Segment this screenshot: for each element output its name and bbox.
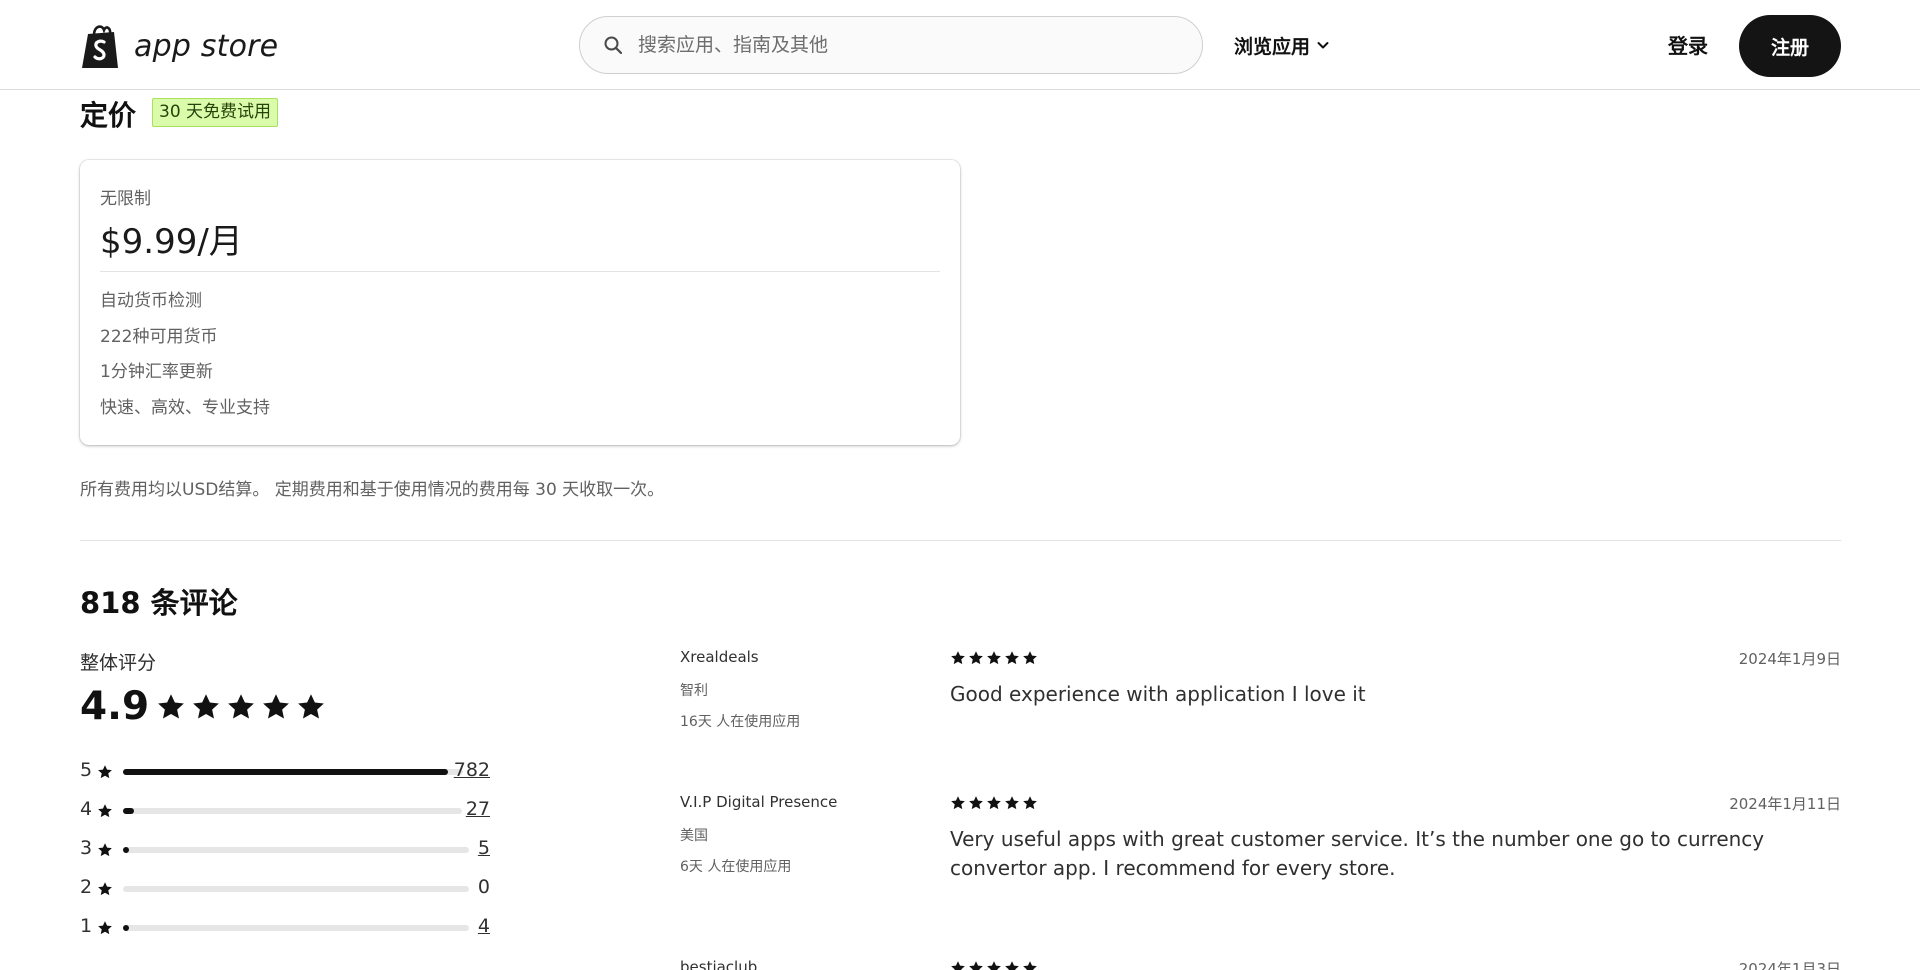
overall-rating-score: 4.9 [80,684,150,729]
review-stars [950,650,1038,666]
star-icon [951,651,965,665]
review-stars [950,795,1038,811]
review-item: bestiaclub 2024年1月3日 [680,958,1841,970]
billing-note: 所有费用均以USD结算。 定期费用和基于使用情况的费用每 30 天收取一次。 [80,480,665,500]
star-icon [298,694,324,719]
star-icon [193,694,219,719]
star-icon [98,765,112,779]
search-bar[interactable] [579,16,1203,74]
app-store-logo[interactable]: app store [80,22,278,70]
section-divider [80,540,1841,541]
star-icon [1023,796,1037,810]
pricing-plan-card: 无限制 $9.99/月 自动货币检测 222种可用货币 1分钟汇率更新 快速、高… [80,160,960,445]
rating-count-link[interactable]: 782 [454,759,490,781]
rating-bar-fill [123,769,449,775]
shopify-bag-icon [82,25,118,68]
rating-bar-fill [123,847,129,853]
rating-count-link[interactable]: 5 [478,837,490,859]
plan-divider [100,271,940,272]
star-icon [1005,961,1019,970]
rating-bar-track [123,769,463,775]
plan-feature: 1分钟汇率更新 [100,362,213,382]
review-date: 2024年1月9日 [1738,650,1841,668]
review-date: 2024年1月11日 [1729,795,1841,813]
review-date: 2024年1月3日 [1738,960,1841,970]
star-icon [951,796,965,810]
plan-name: 无限制 [100,189,151,209]
star-icon [98,921,112,935]
star-icon [98,882,112,896]
star-icon [263,694,289,719]
rating-bar-track [123,925,469,931]
review-author: V.I.P Digital Presence [680,793,838,811]
star-icon [969,796,983,810]
search-icon [602,34,624,56]
overall-rating-stars [156,692,326,722]
star-icon [228,694,254,719]
plan-feature: 快速、高效、专业支持 [100,397,270,418]
review-usage-duration: 16天 人在使用应用 [680,714,801,730]
star-icon [1023,961,1037,970]
rating-level: 5 [80,759,93,781]
rating-level: 3 [80,837,93,859]
plan-features-list: 自动货币检测 222种可用货币 1分钟汇率更新 快速、高效、专业支持 [100,288,270,430]
star-icon [987,961,1001,970]
pricing-title: 定价 [80,99,137,132]
rating-level: 2 [80,876,93,898]
star-icon [98,843,112,857]
logo-text: app store [134,28,279,64]
rating-distribution: 5 782 4 27 3 5 2 0 1 4 [80,756,490,951]
review-body: Very useful apps with great customer ser… [950,827,1765,880]
plan-feature: 自动货币检测 [100,291,202,311]
rating-bar-track [123,808,462,814]
review-author: bestiaclub [680,958,758,970]
browse-apps-menu[interactable]: 浏览应用 [1234,30,1330,60]
overall-rating-label: 整体评分 [80,652,157,674]
signup-button[interactable]: 注册 [1739,15,1841,77]
rating-count-link[interactable]: 27 [466,798,490,820]
star-icon [969,651,983,665]
star-icon [158,694,184,719]
chevron-down-icon [1316,38,1330,52]
review-item: V.I.P Digital Presence 美国 6天 人在使用应用 2024… [680,793,1841,903]
rating-bar-track [123,847,469,853]
review-item: Xrealdeals 智利 16天 人在使用应用 2024年1月9日 Good … [680,648,1841,758]
review-author: Xrealdeals [680,648,759,666]
rating-row-1[interactable]: 1 4 [80,912,490,951]
browse-apps-label: 浏览应用 [1234,35,1311,58]
rating-bar-fill [123,925,129,931]
rating-bar-track [123,886,469,892]
star-icon [1005,796,1019,810]
review-stars [950,960,1038,970]
star-icon [98,804,112,818]
star-icon [969,961,983,970]
rating-count-link[interactable]: 4 [478,915,490,937]
review-country: 美国 [680,828,708,844]
review-usage-duration: 6天 人在使用应用 [680,859,792,875]
login-link[interactable]: 登录 [1668,30,1708,59]
review-country: 智利 [680,683,708,699]
rating-row-2: 2 0 [80,873,490,912]
star-icon [1023,651,1037,665]
rating-row-4[interactable]: 4 27 [80,795,490,834]
review-body: Good experience with application I love … [950,682,1366,706]
free-trial-badge: 30 天免费试用 [152,98,279,127]
rating-row-3[interactable]: 3 5 [80,834,490,873]
top-nav: app store 浏览应用 登录 注册 [0,0,1920,90]
star-icon [987,796,1001,810]
rating-row-5[interactable]: 5 782 [80,756,490,795]
star-icon [951,961,965,970]
star-icon [987,651,1001,665]
star-icon [1005,651,1019,665]
rating-level: 1 [80,915,93,937]
reviews-title: 818 条评论 [80,586,238,620]
rating-level: 4 [80,798,93,820]
plan-feature: 222种可用货币 [100,326,218,347]
search-input[interactable] [636,33,1180,57]
rating-count: 0 [477,876,490,898]
plan-price: $9.99/月 [100,222,243,262]
rating-bar-fill [123,808,135,814]
